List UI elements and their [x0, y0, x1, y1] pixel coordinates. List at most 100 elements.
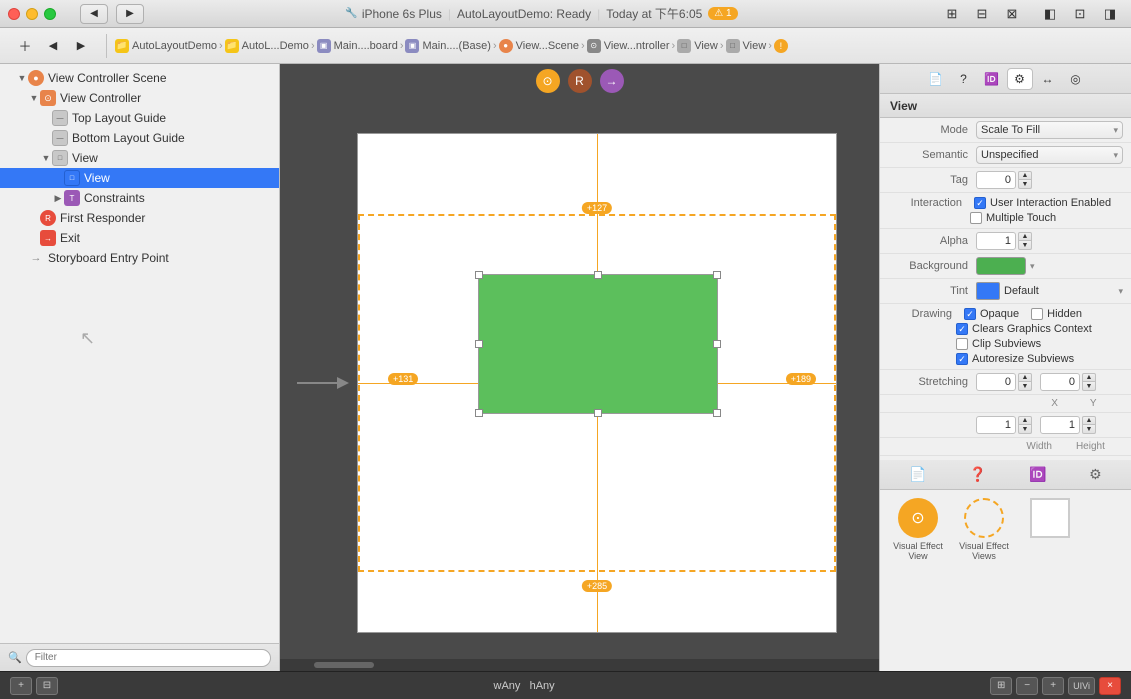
clears-graphics-checkbox[interactable]: ✓	[956, 323, 968, 335]
height-value[interactable]: 1	[1040, 416, 1080, 434]
tab-quick-help[interactable]: ?	[951, 68, 977, 90]
canvas-icon-exit[interactable]: →	[600, 69, 624, 93]
bc-mainbase[interactable]: ▣ Main....(Base)	[405, 39, 490, 53]
tab-identity[interactable]: 🆔	[979, 68, 1005, 90]
height-increment[interactable]: ▲	[1082, 416, 1096, 425]
gear-insp-icon[interactable]: ⚙	[1089, 466, 1102, 483]
assistant-button[interactable]: ⊟	[969, 3, 995, 25]
add-button[interactable]: ＋	[12, 35, 38, 57]
background-select-arrow[interactable]: ▾	[1030, 261, 1035, 272]
x-decrement[interactable]: ▼	[1018, 382, 1032, 391]
zoom-fit-btn[interactable]: ⊞	[990, 677, 1012, 695]
handle-mr[interactable]	[713, 340, 721, 348]
handle-tl[interactable]	[475, 271, 483, 279]
clip-subviews-checkbox[interactable]	[956, 338, 968, 350]
y-increment[interactable]: ▲	[1082, 373, 1096, 382]
bc-mainboard[interactable]: ▣ Main....board	[317, 39, 398, 53]
maximize-button[interactable]	[44, 8, 56, 20]
sidebar-item-vc-scene[interactable]: ● View Controller Scene	[0, 68, 279, 88]
height-decrement[interactable]: ▼	[1082, 425, 1096, 434]
handle-br[interactable]	[713, 409, 721, 417]
x-increment[interactable]: ▲	[1018, 373, 1032, 382]
lib-item-white-box[interactable]	[1020, 498, 1080, 561]
file-insp-icon[interactable]: 📄	[909, 466, 926, 483]
h-scrollbar[interactable]	[280, 659, 879, 671]
handle-bl[interactable]	[475, 409, 483, 417]
minimize-button[interactable]	[26, 8, 38, 20]
uiview-btn[interactable]: UIVi	[1068, 677, 1095, 695]
sidebar-item-first-responder[interactable]: R First Responder	[0, 208, 279, 228]
width-value[interactable]: 1	[976, 416, 1016, 434]
user-interaction-checkbox[interactable]: ✓	[974, 197, 986, 209]
tint-select-arrow[interactable]: ▾	[1118, 286, 1123, 297]
identity-insp-icon[interactable]: 🆔	[1029, 466, 1046, 483]
forward-button[interactable]: ▶	[116, 4, 144, 24]
semantic-select[interactable]: Unspecified ▾	[976, 146, 1123, 164]
opaque-checkbox[interactable]: ✓	[964, 308, 976, 320]
bc-demo[interactable]: 📁 AutoL...Demo	[225, 39, 309, 53]
background-swatch[interactable]	[976, 257, 1026, 275]
alpha-decrement[interactable]: ▼	[1018, 241, 1032, 250]
zoom-out-btn[interactable]: −	[1016, 677, 1038, 695]
canvas-icon-vc[interactable]: ⊙	[536, 69, 560, 93]
filter-input[interactable]	[26, 649, 271, 667]
tab-file[interactable]: 📄	[923, 68, 949, 90]
hidden-checkbox[interactable]	[1031, 308, 1043, 320]
sidebar-item-view-parent[interactable]: □ View	[0, 148, 279, 168]
alpha-increment[interactable]: ▲	[1018, 232, 1032, 241]
bc-autolayoutdemo[interactable]: 📁 AutoLayoutDemo	[115, 39, 217, 53]
sidebar-item-exit[interactable]: → Exit	[0, 228, 279, 248]
handle-tc[interactable]	[594, 271, 602, 279]
bc-view1[interactable]: □ View	[677, 39, 718, 53]
bc-scene[interactable]: ● View...Scene	[499, 39, 579, 53]
nav-back[interactable]: ◀	[40, 35, 66, 57]
multiple-touch-checkbox[interactable]	[970, 212, 982, 224]
width-decrement[interactable]: ▼	[1018, 425, 1032, 434]
inspector-toggle[interactable]: ◨	[1097, 3, 1123, 25]
nav-forward[interactable]: ▶	[68, 35, 94, 57]
handle-bc[interactable]	[594, 409, 602, 417]
warning-badge[interactable]: ⚠ 1	[708, 7, 737, 20]
back-button[interactable]: ◀	[80, 4, 108, 24]
tab-attributes[interactable]: ⚙	[1007, 68, 1033, 90]
debug-toggle[interactable]: ⊡	[1067, 3, 1093, 25]
warning-close-btn[interactable]: ×	[1099, 677, 1121, 695]
disclosure-vc-scene[interactable]	[16, 72, 28, 84]
handle-ml[interactable]	[475, 340, 483, 348]
version-button[interactable]: ⊠	[999, 3, 1025, 25]
lib-item-vc-solid[interactable]: ⊙ Visual Effect View	[888, 498, 948, 561]
tag-decrement[interactable]: ▼	[1018, 180, 1032, 189]
quick-help-icon[interactable]: ❓	[969, 466, 986, 483]
disclosure-constraints[interactable]	[52, 192, 64, 204]
handle-tr[interactable]	[713, 271, 721, 279]
disclosure-vc[interactable]	[28, 92, 40, 104]
navigator-toggle[interactable]: ◧	[1037, 3, 1063, 25]
width-increment[interactable]: ▲	[1018, 416, 1032, 425]
scroll-thumb[interactable]	[314, 662, 374, 668]
tab-connections[interactable]: ◎	[1063, 68, 1089, 90]
lib-item-vc-dashed[interactable]: Visual Effect Views	[954, 498, 1014, 561]
disclosure-view-parent[interactable]	[40, 152, 52, 164]
add-constraint-btn[interactable]: +	[10, 677, 32, 695]
green-view[interactable]	[478, 274, 718, 414]
autoresize-checkbox[interactable]: ✓	[956, 353, 968, 365]
breadcrumb-warning[interactable]: !	[774, 39, 788, 53]
y-value[interactable]: 0	[1040, 373, 1080, 391]
x-value[interactable]: 0	[976, 373, 1016, 391]
storyboard-frame[interactable]: +127 +131 +189	[357, 133, 837, 633]
sidebar-item-vc[interactable]: ⊙ View Controller	[0, 88, 279, 108]
tag-value[interactable]: 0	[976, 171, 1016, 189]
zoom-in-btn[interactable]: +	[1042, 677, 1064, 695]
tint-swatch[interactable]	[976, 282, 1000, 300]
sidebar-item-bottom-guide[interactable]: — Bottom Layout Guide	[0, 128, 279, 148]
bc-vc[interactable]: ⊙ View...ntroller	[587, 39, 670, 53]
sidebar-item-view-child[interactable]: □ View	[0, 168, 279, 188]
mode-select[interactable]: Scale To Fill ▾	[976, 121, 1123, 139]
y-decrement[interactable]: ▼	[1082, 382, 1096, 391]
tab-size[interactable]: ↔	[1035, 68, 1061, 90]
sidebar-item-entry-point[interactable]: → Storyboard Entry Point	[0, 248, 279, 268]
split-view-button[interactable]: ⊞	[939, 3, 965, 25]
layout-btn[interactable]: ⊟	[36, 677, 58, 695]
sidebar-item-constraints[interactable]: T Constraints	[0, 188, 279, 208]
bc-view2[interactable]: □ View	[726, 39, 767, 53]
